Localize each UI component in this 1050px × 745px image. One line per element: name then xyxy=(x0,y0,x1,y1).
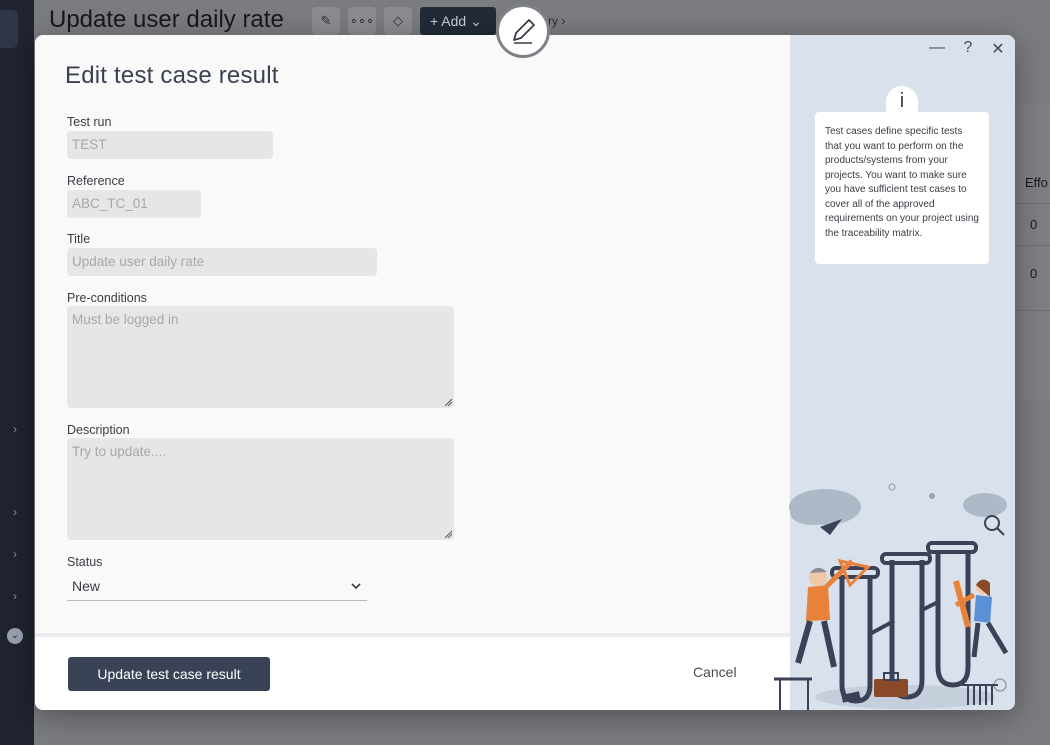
description-placeholder: Try to update.... xyxy=(72,444,167,459)
background-table-panel xyxy=(1015,104,1050,400)
edit-badge xyxy=(496,4,550,58)
update-test-case-result-button[interactable]: Update test case result xyxy=(68,657,270,691)
reference-label: Reference xyxy=(67,174,125,188)
chevron-right-icon[interactable]: › xyxy=(8,547,22,561)
test-run-field[interactable]: TEST xyxy=(67,131,273,159)
info-bubble: Test cases define specific tests that yo… xyxy=(815,112,989,264)
table-divider xyxy=(1015,245,1050,246)
preconditions-textarea[interactable]: Must be logged in xyxy=(67,306,454,408)
chevron-down-circle-icon[interactable]: ⌄ xyxy=(7,628,23,644)
resize-grip-icon[interactable] xyxy=(444,530,452,538)
table-column-header: Effo xyxy=(1025,175,1048,190)
reference-field[interactable]: ABC_TC_01 xyxy=(67,190,201,218)
status-label: Status xyxy=(67,555,103,569)
table-cell: 0 xyxy=(1030,266,1038,281)
status-select[interactable]: New xyxy=(67,573,367,601)
chevron-right-icon[interactable]: › xyxy=(8,505,22,519)
breadcrumb[interactable]: ry › xyxy=(548,14,565,28)
info-panel: — ? ✕ i Test cases define specific tests… xyxy=(774,35,1015,710)
preconditions-value: Must be logged in xyxy=(72,312,179,327)
test-run-label: Test run xyxy=(67,115,112,129)
minimize-icon[interactable]: — xyxy=(928,39,946,57)
preconditions-label: Pre-conditions xyxy=(67,291,147,305)
rail-active-item[interactable] xyxy=(0,10,18,48)
cancel-button[interactable]: Cancel xyxy=(693,664,737,680)
modal-footer: Update test case result Cancel xyxy=(35,637,790,710)
form-area: Edit test case result Test run TEST Refe… xyxy=(35,35,790,633)
table-divider xyxy=(1015,310,1050,311)
chevron-right-icon[interactable]: › xyxy=(8,422,22,436)
left-navigation-rail: › › › › ⌄ xyxy=(0,0,34,745)
title-field[interactable]: Update user daily rate xyxy=(67,248,377,276)
chevron-down-icon xyxy=(351,583,361,590)
tag-icon[interactable]: ◇ xyxy=(384,7,412,35)
pencil-icon[interactable]: ✎ xyxy=(312,7,340,35)
chevron-right-icon[interactable]: › xyxy=(8,589,22,603)
close-icon[interactable]: ✕ xyxy=(989,39,1007,59)
test-tubes-illustration xyxy=(774,483,1009,710)
description-label: Description xyxy=(67,423,130,437)
edit-test-case-result-modal: Edit test case result Test run TEST Refe… xyxy=(35,35,1015,710)
help-icon[interactable]: ? xyxy=(959,39,977,57)
resize-grip-icon[interactable] xyxy=(444,398,452,406)
add-button[interactable]: + Add ⌄ xyxy=(420,7,496,35)
status-value: New xyxy=(72,578,101,594)
title-label: Title xyxy=(67,232,91,246)
modal-title: Edit test case result xyxy=(65,62,279,89)
description-textarea[interactable]: Try to update.... xyxy=(67,438,454,540)
pencil-icon xyxy=(513,19,535,44)
table-cell: 0 xyxy=(1030,217,1038,232)
table-divider xyxy=(1015,203,1050,204)
more-icon[interactable]: ∘∘∘ xyxy=(348,7,376,35)
background-page-title: Update user daily rate xyxy=(49,6,284,33)
